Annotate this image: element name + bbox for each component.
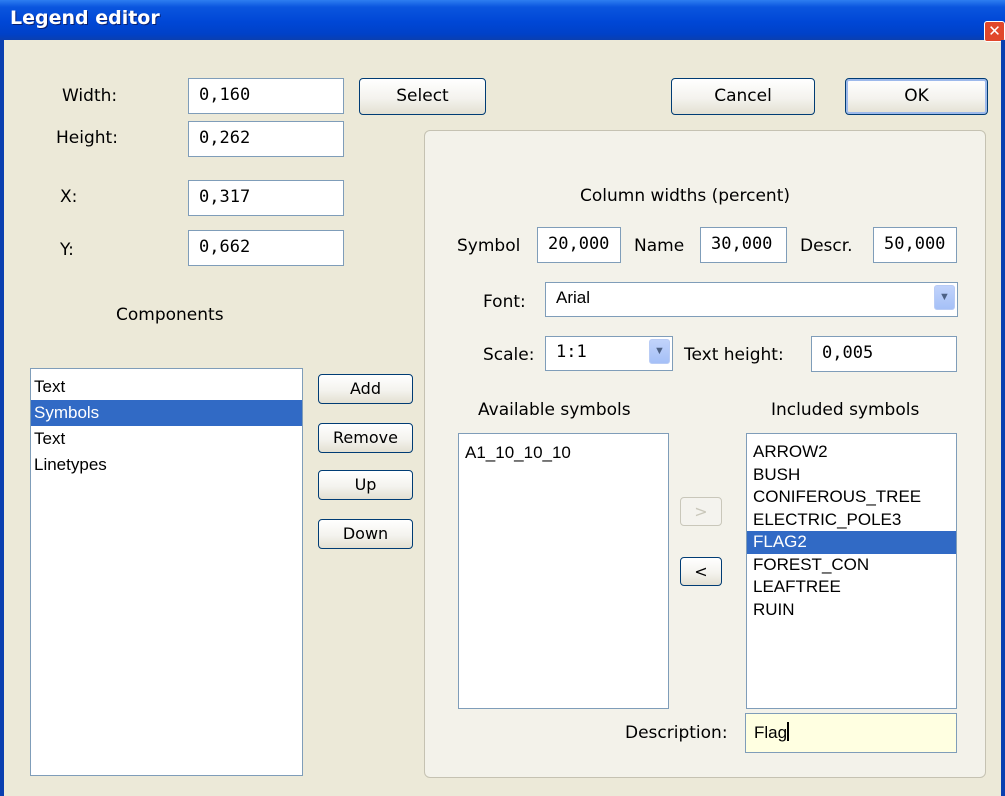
included-symbol-item[interactable]: RUIN <box>747 599 956 622</box>
move-right-button[interactable]: > <box>680 497 722 526</box>
scale-select-value: 1:1 <box>556 342 587 362</box>
move-down-button[interactable]: Down <box>318 519 413 549</box>
symbol-width-field[interactable]: 20,000 <box>537 227 621 263</box>
included-symbols-label: Included symbols <box>771 400 920 420</box>
scale-label: Scale: <box>483 345 535 365</box>
x-label: X: <box>60 187 78 207</box>
included-symbol-item[interactable]: FOREST_CON <box>747 554 956 577</box>
components-list[interactable]: Text Symbols Text Linetypes <box>30 368 303 776</box>
close-button[interactable]: ✕ <box>984 21 1005 42</box>
move-left-button[interactable]: < <box>680 557 722 586</box>
cancel-button[interactable]: Cancel <box>671 78 815 115</box>
remove-component-button[interactable]: Remove <box>318 423 413 453</box>
component-item[interactable]: Text <box>31 426 302 452</box>
included-symbol-item[interactable]: ARROW2 <box>747 441 956 464</box>
height-field[interactable]: 0,262 <box>188 121 344 157</box>
y-field[interactable]: 0,662 <box>188 230 344 266</box>
included-symbol-item[interactable]: ELECTRIC_POLE3 <box>747 509 956 532</box>
included-symbol-item[interactable]: CONIFEROUS_TREE <box>747 486 956 509</box>
window-border-right <box>1001 40 1005 796</box>
text-cursor <box>787 722 790 741</box>
component-item[interactable]: Text <box>31 374 302 400</box>
chevron-down-icon[interactable]: ▼ <box>934 285 955 310</box>
description-label: Description: <box>625 723 728 743</box>
description-field[interactable]: Flag <box>745 713 957 753</box>
text-height-label: Text height: <box>684 345 784 365</box>
included-symbol-item-selected[interactable]: FLAG2 <box>747 531 956 554</box>
component-item-selected[interactable]: Symbols <box>31 400 302 426</box>
available-symbol-item[interactable]: A1_10_10_10 <box>459 442 668 465</box>
text-height-field[interactable]: 0,005 <box>811 336 957 372</box>
description-value: Flag <box>754 723 788 742</box>
descr-width-field[interactable]: 50,000 <box>873 227 957 263</box>
scale-select[interactable]: 1:1 ▼ <box>545 336 673 371</box>
name-width-label: Name <box>634 236 685 256</box>
width-field[interactable]: 0,160 <box>188 78 344 114</box>
name-width-field[interactable]: 30,000 <box>700 227 787 263</box>
x-field[interactable]: 0,317 <box>188 180 344 216</box>
close-icon: ✕ <box>988 22 1001 40</box>
ok-button[interactable]: OK <box>845 78 988 115</box>
font-label: Font: <box>483 292 526 312</box>
font-select[interactable]: Arial ▼ <box>545 282 958 317</box>
y-label: Y: <box>60 240 74 260</box>
available-symbols-list[interactable]: A1_10_10_10 <box>458 433 669 709</box>
width-label: Width: <box>62 86 118 106</box>
add-component-button[interactable]: Add <box>318 374 413 404</box>
included-symbol-item[interactable]: LEAFTREE <box>747 576 956 599</box>
chevron-down-icon[interactable]: ▼ <box>649 339 670 364</box>
window-border-left <box>0 40 4 796</box>
symbol-width-label: Symbol <box>457 236 521 256</box>
window-title: Legend editor <box>10 7 160 29</box>
included-symbols-list[interactable]: ARROW2 BUSH CONIFEROUS_TREE ELECTRIC_POL… <box>746 433 957 709</box>
available-symbols-label: Available symbols <box>478 400 631 420</box>
font-select-value: Arial <box>556 288 591 307</box>
descr-width-label: Descr. <box>800 236 853 256</box>
component-item[interactable]: Linetypes <box>31 452 302 478</box>
select-button[interactable]: Select <box>359 78 486 115</box>
column-widths-label: Column widths (percent) <box>580 186 791 206</box>
move-up-button[interactable]: Up <box>318 470 413 500</box>
components-label: Components <box>116 305 224 325</box>
height-label: Height: <box>56 128 118 148</box>
included-symbol-item[interactable]: BUSH <box>747 464 956 487</box>
